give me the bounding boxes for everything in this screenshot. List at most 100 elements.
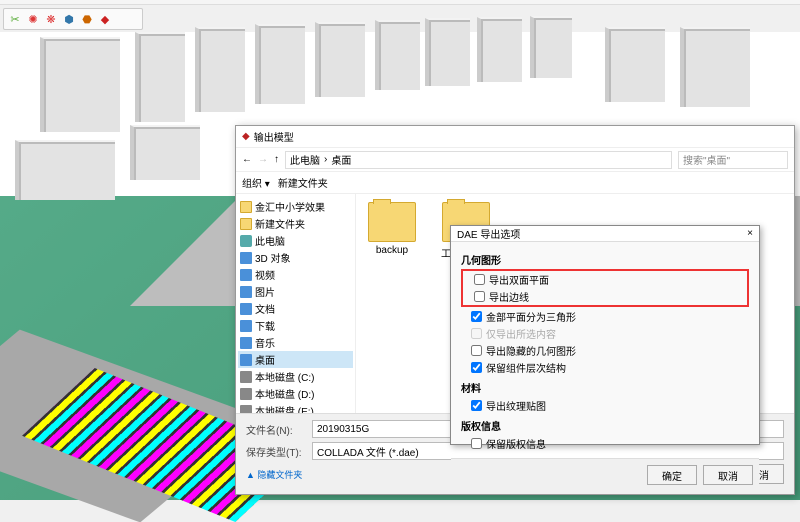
export-dialog-title: 输出模型	[254, 129, 294, 144]
tree-item-label: 此电脑	[255, 233, 285, 248]
group-credits: 版权信息	[461, 418, 749, 433]
app-menubar	[0, 0, 800, 5]
search-input[interactable]: 搜索"桌面"	[678, 151, 788, 169]
box-wood-icon[interactable]: ⬣	[80, 12, 94, 26]
drive-icon	[240, 405, 252, 414]
option-row[interactable]: 金部平面分为三角形	[461, 308, 749, 325]
option-row: 仅导出所选内容	[461, 325, 749, 342]
tree-item[interactable]: 下载	[238, 317, 353, 334]
tree-item-label: 3D 对象	[255, 250, 291, 265]
tree-item[interactable]: 文档	[238, 300, 353, 317]
tree-item[interactable]: 新建文件夹	[238, 215, 353, 232]
tree-item-label: 图片	[255, 284, 275, 299]
building	[605, 27, 665, 102]
checkbox[interactable]	[474, 291, 485, 302]
option-label: 导出边线	[489, 289, 529, 304]
breadcrumb[interactable]: 此电脑 › 桌面	[285, 151, 672, 169]
chevron-right-icon: ›	[324, 154, 327, 165]
options-titlebar: DAE 导出选项 ×	[451, 226, 759, 242]
tree-item[interactable]: 音乐	[238, 334, 353, 351]
building-low	[130, 125, 200, 180]
folder-icon	[368, 202, 416, 242]
checkbox[interactable]	[471, 362, 482, 373]
checkbox[interactable]	[474, 274, 485, 285]
highlight-box: 导出双面平面导出边线	[461, 269, 749, 307]
building	[315, 22, 365, 97]
building	[477, 17, 522, 82]
option-row[interactable]: 导出隐藏的几何图形	[461, 342, 749, 359]
building	[135, 32, 185, 122]
option-row[interactable]: 导出纹理贴图	[461, 397, 749, 414]
option-label: 导出双面平面	[489, 272, 549, 287]
up-button[interactable]: ↑	[274, 154, 279, 165]
tree-item[interactable]: 桌面	[238, 351, 353, 368]
blue-icon	[240, 286, 252, 298]
option-row[interactable]: 导出双面平面	[464, 271, 746, 288]
box-icon[interactable]: ⬢	[62, 12, 76, 26]
filename-label: 文件名(N):	[246, 422, 306, 437]
fwd-button[interactable]: →	[258, 154, 268, 165]
tree-item[interactable]: 金汇中小学效果	[238, 198, 353, 215]
folder-icon	[240, 218, 252, 230]
tree-item-label: 视频	[255, 267, 275, 282]
tree-item[interactable]: 本地磁盘 (C:)	[238, 368, 353, 385]
nav-bar: ← → ↑ 此电脑 › 桌面 搜索"桌面"	[236, 148, 794, 172]
options-cancel-button[interactable]: 取消	[703, 465, 753, 485]
group-material: 材料	[461, 380, 749, 395]
tree-item-label: 新建文件夹	[255, 216, 305, 231]
building	[530, 16, 572, 78]
tree-item[interactable]: 视频	[238, 266, 353, 283]
breadcrumb-part[interactable]: 桌面	[331, 152, 351, 167]
folder-item[interactable]: backup	[364, 202, 420, 256]
new-folder-button[interactable]: 新建文件夹	[278, 175, 328, 190]
tree-item[interactable]: 本地磁盘 (E:)	[238, 402, 353, 413]
tree-item-label: 桌面	[255, 352, 275, 367]
organize-menu[interactable]: 组织 ▾	[242, 175, 270, 190]
close-icon[interactable]: ×	[747, 228, 753, 239]
tree-item[interactable]: 本地磁盘 (D:)	[238, 385, 353, 402]
checkbox[interactable]	[471, 345, 482, 356]
option-label: 金部平面分为三角形	[486, 309, 576, 324]
option-row[interactable]: 保留组件层次结构	[461, 359, 749, 376]
folder-tree[interactable]: 金汇中小学效果新建文件夹此电脑 3D 对象视频图片文档下载音乐桌面本地磁盘 (C:…	[236, 194, 356, 413]
breadcrumb-part[interactable]: 此电脑	[290, 152, 320, 167]
dialog-toolbar: 组织 ▾ 新建文件夹	[236, 172, 794, 194]
tree-item-label: 本地磁盘 (E:)	[255, 403, 314, 413]
checkbox[interactable]	[471, 311, 482, 322]
building	[425, 18, 470, 86]
group-geometry: 几何图形	[461, 252, 749, 267]
filetype-label: 保存类型(T):	[246, 444, 306, 459]
blue-icon	[240, 354, 252, 366]
hide-folders-link[interactable]: ▲ 隐藏文件夹	[246, 468, 302, 481]
blue-icon	[240, 252, 252, 264]
building	[195, 27, 245, 112]
plugin-toolbar: ✂ ✺ ❋ ⬢ ⬣ ◆	[3, 8, 143, 30]
option-row[interactable]: 导出边线	[464, 288, 746, 305]
tree-item-label: 下载	[255, 318, 275, 333]
ok-button[interactable]: 确定	[647, 465, 697, 485]
building	[375, 20, 420, 90]
checkbox	[471, 328, 482, 339]
back-button[interactable]: ←	[242, 154, 252, 165]
blue-icon	[240, 303, 252, 315]
checkbox[interactable]	[471, 400, 482, 411]
folder-label: backup	[364, 245, 420, 256]
folder-icon	[240, 201, 252, 213]
export-dialog-titlebar: ◆ 输出模型	[236, 126, 794, 148]
tree-item[interactable]: 此电脑	[238, 232, 353, 249]
gear-red2-icon[interactable]: ❋	[44, 12, 58, 26]
blue-icon	[240, 320, 252, 332]
gear-red-icon[interactable]: ✺	[26, 12, 40, 26]
option-row[interactable]: 保留版权信息	[461, 435, 749, 452]
drive-icon	[240, 388, 252, 400]
tree-item[interactable]: 图片	[238, 283, 353, 300]
options-title: DAE 导出选项	[457, 226, 520, 241]
checkbox[interactable]	[471, 438, 482, 449]
scissors-icon[interactable]: ✂	[8, 12, 22, 26]
ruby-icon: ◆	[242, 131, 250, 142]
ruby-icon[interactable]: ◆	[98, 12, 112, 26]
tree-item-label: 金汇中小学效果	[255, 199, 325, 214]
tree-item[interactable]: 3D 对象	[238, 249, 353, 266]
building	[680, 27, 750, 107]
pc-icon	[240, 235, 252, 247]
